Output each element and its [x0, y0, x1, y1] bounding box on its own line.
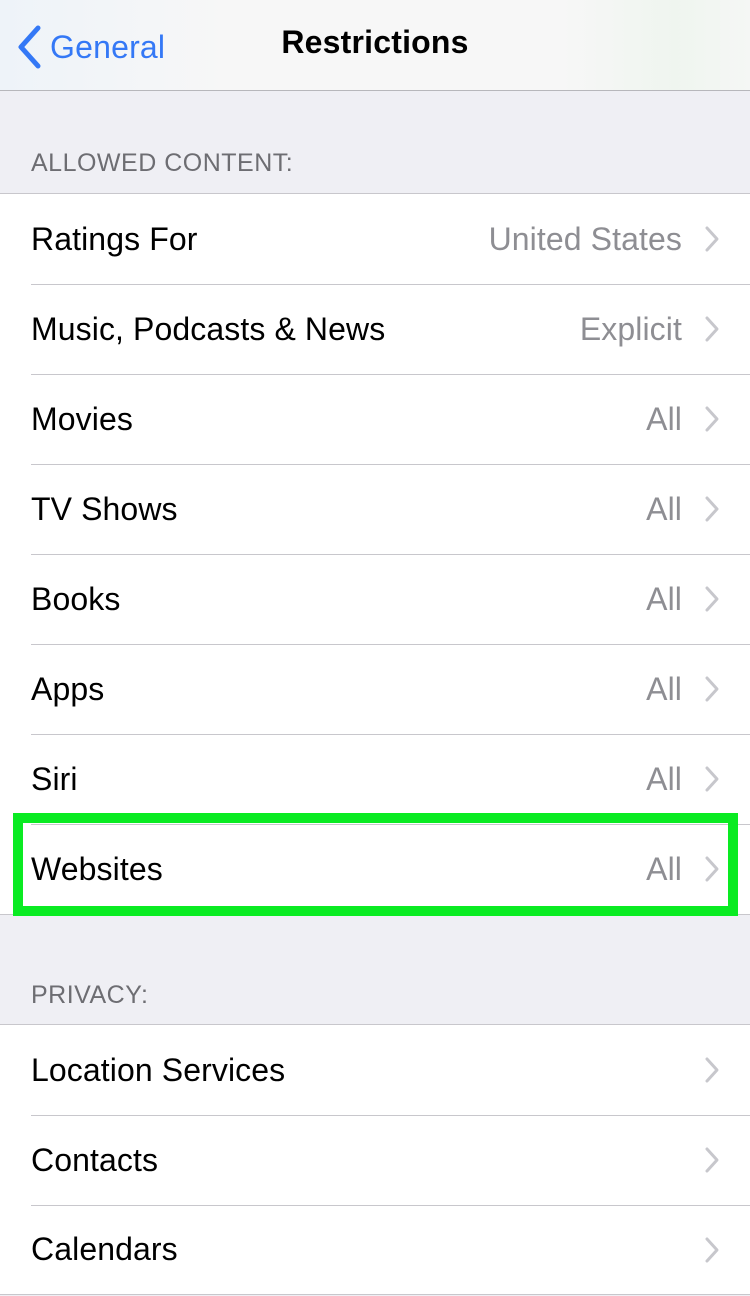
- row-label: Websites: [31, 850, 163, 887]
- row-books[interactable]: Books All: [0, 554, 750, 644]
- row-label: Music, Podcasts & News: [31, 310, 386, 347]
- chevron-right-icon: [705, 1237, 719, 1262]
- row-movies[interactable]: Movies All: [0, 374, 750, 464]
- row-music-podcasts-news[interactable]: Music, Podcasts & News Explicit: [0, 284, 750, 374]
- navigation-bar: General Restrictions: [0, 0, 750, 91]
- row-ratings-for[interactable]: Ratings For United States: [0, 194, 750, 284]
- row-label: Calendars: [31, 1231, 178, 1267]
- chevron-right-icon: [705, 1147, 719, 1173]
- page-title: Restrictions: [281, 24, 469, 60]
- chevron-right-icon: [705, 766, 719, 792]
- row-location-services[interactable]: Location Services: [0, 1025, 750, 1115]
- row-value: Explicit: [579, 310, 682, 347]
- row-calendars[interactable]: Calendars: [0, 1205, 750, 1295]
- row-value: All: [646, 400, 682, 437]
- row-label: Books: [31, 580, 121, 617]
- chevron-right-icon: [705, 496, 719, 522]
- row-label: Contacts: [31, 1141, 159, 1178]
- row-label: Location Services: [31, 1051, 286, 1088]
- row-label: Apps: [31, 670, 105, 707]
- row-value: All: [646, 490, 682, 527]
- row-label: Movies: [31, 400, 133, 437]
- chevron-right-icon: [705, 406, 719, 432]
- row-tv-shows[interactable]: TV Shows All: [0, 464, 750, 554]
- section-header-allowed-content: ALLOWED CONTENT:: [31, 149, 294, 177]
- chevron-right-icon: [705, 226, 719, 252]
- row-label: TV Shows: [31, 490, 178, 527]
- privacy-group: Location Services Contacts Calendars: [0, 1024, 750, 1295]
- row-websites[interactable]: Websites All: [0, 824, 750, 914]
- chevron-right-icon: [705, 1057, 719, 1083]
- row-value: All: [646, 760, 682, 797]
- chevron-right-icon: [705, 316, 719, 342]
- row-value: All: [646, 850, 682, 887]
- row-value: United States: [488, 220, 682, 257]
- section-header-privacy: PRIVACY:: [31, 981, 149, 1009]
- row-value: All: [646, 670, 682, 707]
- chevron-right-icon: [705, 676, 719, 702]
- chevron-right-icon: [705, 586, 719, 612]
- row-contacts[interactable]: Contacts: [0, 1115, 750, 1205]
- row-label: Siri: [31, 760, 78, 797]
- row-apps[interactable]: Apps All: [0, 644, 750, 734]
- row-label: Ratings For: [31, 220, 198, 257]
- row-value: All: [646, 580, 682, 617]
- allowed-content-group: Ratings For United States Music, Podcast…: [0, 193, 750, 915]
- row-siri[interactable]: Siri All: [0, 734, 750, 824]
- chevron-right-icon: [705, 856, 719, 882]
